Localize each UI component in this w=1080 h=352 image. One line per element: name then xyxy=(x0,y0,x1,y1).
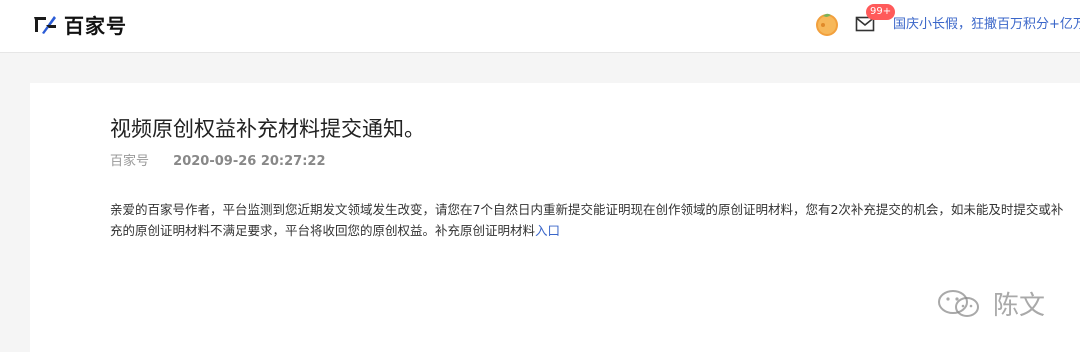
notice-title: 视频原创权益补充材料提交通知。 xyxy=(110,117,425,141)
notice-card: 视频原创权益补充材料提交通知。 百家号 2020-09-26 20:27:22 … xyxy=(30,83,1080,352)
notice-body: 亲爱的百家号作者，平台监测到您近期发文领域发生改变，请您在7个自然日内重新提交能… xyxy=(110,199,1070,241)
logo-text: 百家号 xyxy=(64,13,127,38)
notification-badge: 99+ xyxy=(866,4,896,20)
notice-source: 百家号 xyxy=(110,154,150,169)
watermark-text: 陈文 xyxy=(993,291,1046,321)
submit-material-entry-link[interactable]: 入口 xyxy=(535,223,560,238)
baijiahao-logo[interactable]: 百家号 xyxy=(32,11,127,38)
top-navigation-bar: 百家号 99+ 国庆小长假，狂撒百万积分+亿万 xyxy=(0,0,1080,53)
wechat-icon xyxy=(938,289,979,317)
notice-datetime: 2020-09-26 20:27:22 xyxy=(173,154,326,169)
notice-meta: 百家号 2020-09-26 20:27:22 xyxy=(110,150,326,169)
notice-body-text: 亲爱的百家号作者，平台监测到您近期发文领域发生改变，请您在7个自然日内重新提交能… xyxy=(110,202,1064,238)
promo-notice-link[interactable]: 国庆小长假，狂撒百万积分+亿万 xyxy=(893,13,1080,32)
baijiahao-logo-icon xyxy=(34,16,56,34)
wechat-watermark: 陈文 xyxy=(935,285,1045,322)
orange-avatar-icon[interactable] xyxy=(813,10,841,38)
